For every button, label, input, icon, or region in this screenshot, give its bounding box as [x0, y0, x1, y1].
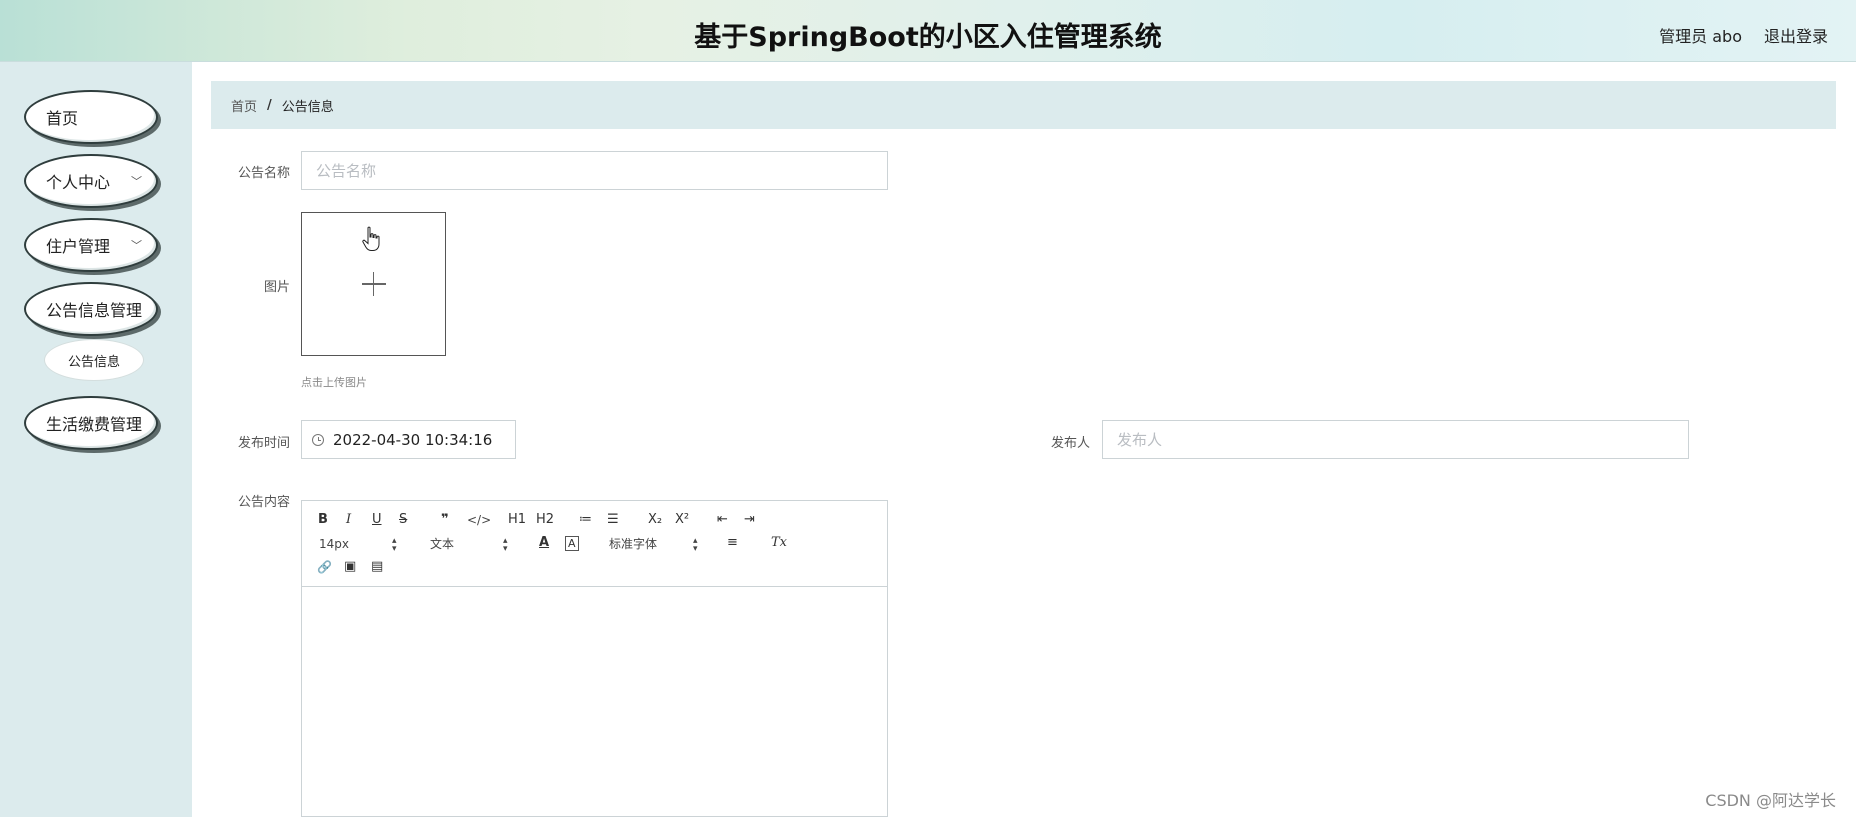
breadcrumb-current: 公告信息: [281, 99, 334, 115]
notice-name-input[interactable]: 公告名称: [301, 151, 888, 190]
heading2-button[interactable]: H2: [536, 512, 554, 528]
indent-button[interactable]: ⇥: [744, 512, 755, 528]
notice-name-label: 公告名称: [237, 166, 290, 181]
chevron-down-icon: ﹀: [131, 175, 142, 188]
clock-icon: [312, 433, 324, 446]
sidebar-item-label: 公告信息管理: [46, 301, 143, 320]
notice-name-placeholder: 公告名称: [316, 162, 377, 180]
superscript-button[interactable]: X²: [675, 512, 689, 528]
bullet-list-button[interactable]: ☰: [607, 512, 619, 528]
select-arrows-icon: ▴ ▾: [693, 536, 698, 554]
text-type-select[interactable]: 文本: [430, 536, 454, 552]
publish-time-label: 发布时间: [237, 436, 290, 451]
csdn-watermark: CSDN @阿达学长: [1705, 791, 1836, 810]
align-button[interactable]: ≡: [727, 535, 738, 551]
code-block-button[interactable]: </>: [467, 512, 491, 528]
underline-button[interactable]: U: [372, 512, 382, 528]
breadcrumb-separator: /: [267, 97, 272, 113]
sidebar-item-notice-management[interactable]: 公告信息管理: [24, 282, 158, 336]
content-label: 公告内容: [237, 495, 290, 510]
link-button[interactable]: 🔗: [317, 559, 332, 575]
sidebar-item-utility-payment[interactable]: 生活缴费管理: [24, 396, 158, 450]
sidebar-item-label: 公告信息: [67, 354, 120, 370]
sidebar-item-label: 首页: [46, 109, 79, 128]
select-arrows-icon: ▴ ▾: [392, 536, 397, 554]
select-arrows-icon: ▴ ▾: [503, 536, 508, 554]
heading1-button[interactable]: H1: [508, 512, 526, 528]
publisher-input[interactable]: 发布人: [1102, 420, 1689, 459]
app-title: 基于SpringBoot的小区入住管理系统: [694, 22, 1162, 53]
publish-time-picker[interactable]: 2022-04-30 10:34:16: [301, 420, 516, 459]
editor-toolbar: B I U S ❞ </> H1 H2 ≔ ☰ X₂ X² ⇤ ⇥ 14px ▴…: [302, 501, 887, 587]
publisher-label: 发布人: [1050, 436, 1090, 451]
bold-button[interactable]: B: [318, 512, 328, 528]
sidebar-item-personal-center[interactable]: 个人中心 ﹀: [24, 154, 158, 208]
italic-button[interactable]: I: [346, 512, 351, 528]
sidebar-item-label: 住户管理: [46, 237, 111, 256]
plus-icon: [361, 272, 386, 296]
font-size-select[interactable]: 14px: [319, 536, 349, 552]
ordered-list-button[interactable]: ≔: [579, 512, 592, 528]
subscript-button[interactable]: X₂: [648, 512, 662, 528]
publisher-placeholder: 发布人: [1117, 431, 1163, 449]
breadcrumb-home[interactable]: 首页: [231, 96, 257, 115]
rich-text-editor: B I U S ❞ </> H1 H2 ≔ ☰ X₂ X² ⇤ ⇥ 14px ▴…: [301, 500, 888, 817]
sidebar-item-resident-management[interactable]: 住户管理 ﹀: [24, 218, 158, 272]
quote-button[interactable]: ❞: [441, 512, 449, 528]
editor-content-area[interactable]: [302, 588, 887, 816]
upload-hint: 点击上传图片: [301, 376, 367, 389]
top-header: 基于SpringBoot的小区入住管理系统 管理员 abo 退出登录: [0, 0, 1856, 62]
font-family-select[interactable]: 标准字体: [609, 536, 657, 552]
sidebar-subitem-notice-info[interactable]: 公告信息: [44, 339, 144, 381]
outdent-button[interactable]: ⇤: [717, 512, 728, 528]
sidebar-item-label: 个人中心: [46, 173, 111, 192]
hand-cursor-icon: [362, 226, 380, 251]
strikethrough-button[interactable]: S: [399, 512, 407, 528]
sidebar-item-home[interactable]: 首页: [24, 90, 158, 144]
logout-link[interactable]: 退出登录: [1764, 23, 1828, 47]
insert-image-button[interactable]: ▣: [344, 559, 356, 575]
background-color-button[interactable]: A: [565, 536, 579, 551]
publish-time-value: 2022-04-30 10:34:16: [333, 430, 493, 449]
current-user: 管理员 abo: [1659, 27, 1742, 46]
image-label: 图片: [263, 280, 290, 295]
clear-format-button[interactable]: Tx: [771, 535, 787, 551]
chevron-down-icon: ﹀: [131, 239, 142, 252]
sidebar-item-label: 生活缴费管理: [46, 415, 143, 434]
breadcrumb: 首页 / 公告信息: [211, 81, 1836, 129]
sidebar: 首页 个人中心 ﹀ 住户管理 ﹀ 公告信息管理 公告信息 生活缴费管理: [0, 62, 192, 817]
font-color-button[interactable]: A: [539, 535, 549, 551]
insert-video-button[interactable]: ▤: [371, 559, 383, 575]
